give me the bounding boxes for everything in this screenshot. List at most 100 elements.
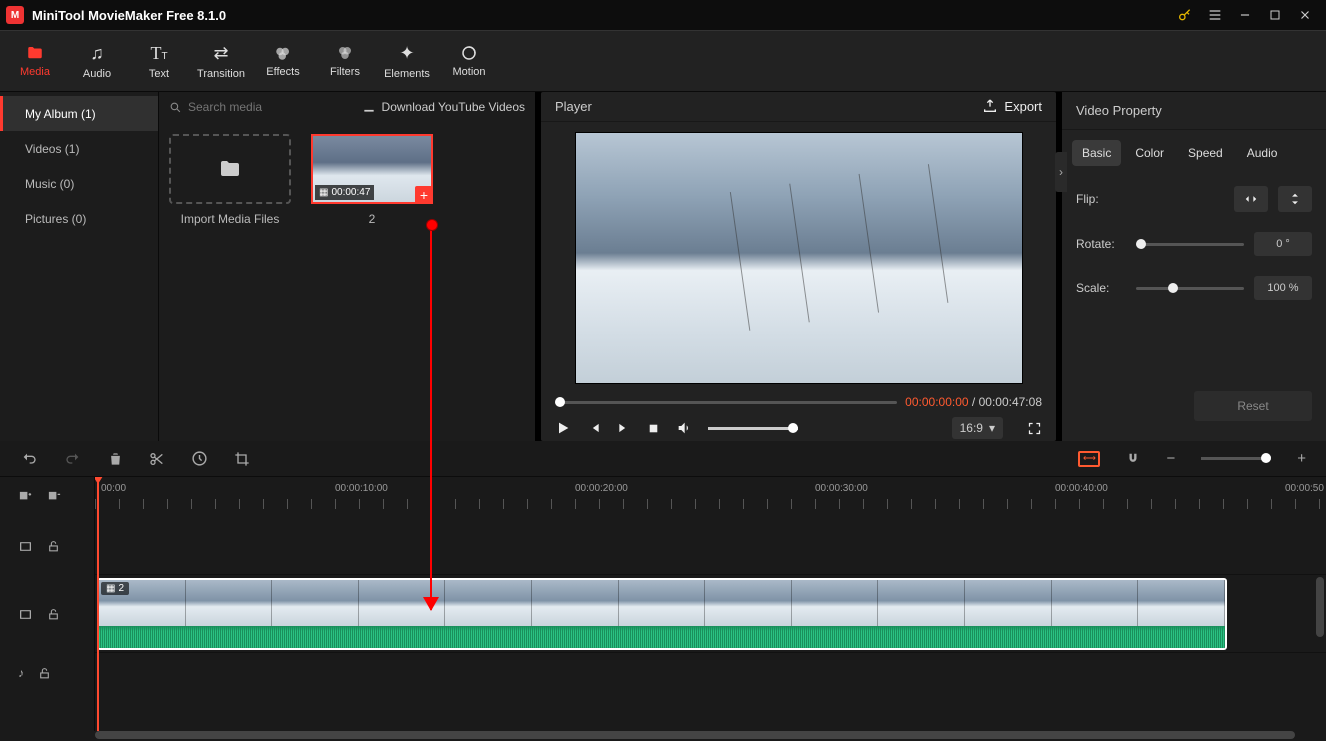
flip-vertical-button[interactable] [1278,186,1312,212]
clip-label: ▦ 2 [101,582,129,595]
add-marker-button[interactable] [18,490,33,505]
play-button[interactable] [555,420,571,436]
export-button[interactable]: Export [982,98,1042,114]
clip-duration-badge: ▦ 00:00:47 [315,185,374,200]
timeline-panel: ⟷ − + [0,441,1326,741]
property-panel: › Video Property Basic Color Speed Audio… [1062,92,1326,441]
tab-elements[interactable]: ✦ Elements [376,31,438,91]
add-clip-button[interactable]: + [415,186,433,204]
scale-slider[interactable] [1136,287,1244,290]
zoom-out-button[interactable]: − [1166,450,1175,467]
menu-icon[interactable] [1200,0,1230,30]
video-preview[interactable] [575,132,1023,384]
volume-button[interactable] [676,420,692,436]
tab-transition[interactable]: ⇄ Transition [190,31,252,91]
property-title: Video Property [1076,103,1162,118]
prop-tab-audio[interactable]: Audio [1237,140,1288,166]
text-icon: TT [150,43,167,64]
sidebar-item-pictures[interactable]: Pictures (0) [0,201,158,236]
timecode: 00:00:00:00 / 00:00:47:08 [905,395,1042,409]
vertical-scrollbar[interactable] [1316,577,1324,637]
prop-tab-basic[interactable]: Basic [1072,140,1121,166]
video-track-icon [18,608,33,621]
fullscreen-button[interactable] [1027,421,1042,436]
music-icon: ♫ [90,43,104,64]
redo-button[interactable] [64,451,82,467]
timeline-tracks[interactable]: 00:00 00:00:10:00 00:00:20:00 00:00:30:0… [95,477,1326,731]
crop-button[interactable] [234,451,250,467]
zoom-slider[interactable] [1201,457,1271,460]
minimize-button[interactable] [1230,0,1260,30]
prop-tab-speed[interactable]: Speed [1178,140,1233,166]
import-media-button[interactable] [169,134,291,204]
title-bar: M MiniTool MovieMaker Free 8.1.0 [0,0,1326,30]
search-icon [169,101,182,114]
seek-bar[interactable] [555,401,897,404]
download-icon [362,100,376,114]
timeline-toolbar: ⟷ − + [0,441,1326,477]
rotate-value[interactable]: 0 ° [1254,232,1312,256]
scale-label: Scale: [1076,281,1126,295]
overlay-lock-button[interactable] [47,539,60,554]
tab-filters[interactable]: Filters [314,31,376,91]
activate-key-icon[interactable] [1170,0,1200,30]
clip-audio-waveform [99,626,1225,650]
horizontal-scrollbar[interactable] [0,731,1326,741]
clip-name: 2 [369,212,376,226]
panel-expand-toggle[interactable]: › [1055,152,1067,192]
film-icon: ▦ [319,187,328,198]
speed-button[interactable] [191,450,208,467]
motion-icon [460,44,478,62]
tab-audio[interactable]: ♫ Audio [66,31,128,91]
audio-lock-button[interactable] [38,666,51,681]
video-lock-button[interactable] [47,607,60,622]
rotate-label: Rotate: [1076,237,1126,251]
film-icon: ▦ [106,583,115,594]
prop-tab-color[interactable]: Color [1125,140,1174,166]
media-clip-thumbnail[interactable]: ▦ 00:00:47 + [311,134,433,204]
playhead[interactable] [97,477,99,731]
sidebar-item-myalbum[interactable]: My Album (1) [0,96,158,131]
audio-track[interactable] [95,653,1326,693]
search-input-wrap[interactable] [169,100,354,114]
stop-button[interactable] [647,422,660,435]
magnet-button[interactable] [1126,451,1140,467]
sparkle-icon: ✦ [399,43,414,64]
prev-frame-button[interactable] [587,421,601,435]
split-button[interactable] [149,451,165,467]
overlay-track[interactable] [95,517,1326,575]
reset-button[interactable]: Reset [1194,391,1312,421]
undo-button[interactable] [20,451,38,467]
main-video-track[interactable]: ▦ 2 [95,575,1326,653]
download-youtube-link[interactable]: Download YouTube Videos [362,100,525,114]
media-panel: My Album (1) Videos (1) Music (0) Pictur… [0,92,535,441]
tab-media[interactable]: Media [4,31,66,91]
tab-text[interactable]: TT Text [128,31,190,91]
remove-marker-button[interactable] [47,490,62,505]
import-label: Import Media Files [181,212,280,226]
main-toolbar: Media ♫ Audio TT Text ⇄ Transition Effec… [0,30,1326,92]
player-panel: Player Export 00:00:00:00 / 00:00:47:08 [541,92,1056,441]
next-frame-button[interactable] [617,421,631,435]
zoom-in-button[interactable]: + [1297,450,1306,467]
filters-icon [336,44,354,62]
aspect-ratio-select[interactable]: 16:9 ▾ [952,417,1003,439]
overlay-track-icon [18,540,33,553]
sidebar-item-music[interactable]: Music (0) [0,166,158,201]
time-ruler[interactable]: 00:00 00:00:10:00 00:00:20:00 00:00:30:0… [95,477,1326,517]
close-button[interactable] [1290,0,1320,30]
rotate-slider[interactable] [1136,243,1244,246]
sidebar-item-videos[interactable]: Videos (1) [0,131,158,166]
maximize-button[interactable] [1260,0,1290,30]
flip-horizontal-button[interactable] [1234,186,1268,212]
auto-fit-button[interactable]: ⟷ [1078,451,1100,467]
export-icon [982,98,998,114]
search-input[interactable] [188,100,308,114]
tab-motion[interactable]: Motion [438,31,500,91]
timeline-clip[interactable]: ▦ 2 [97,578,1227,650]
tab-effects[interactable]: Effects [252,31,314,91]
chevron-down-icon: ▾ [989,421,995,435]
delete-button[interactable] [108,451,123,467]
volume-slider[interactable] [708,427,798,430]
scale-value[interactable]: 100 % [1254,276,1312,300]
